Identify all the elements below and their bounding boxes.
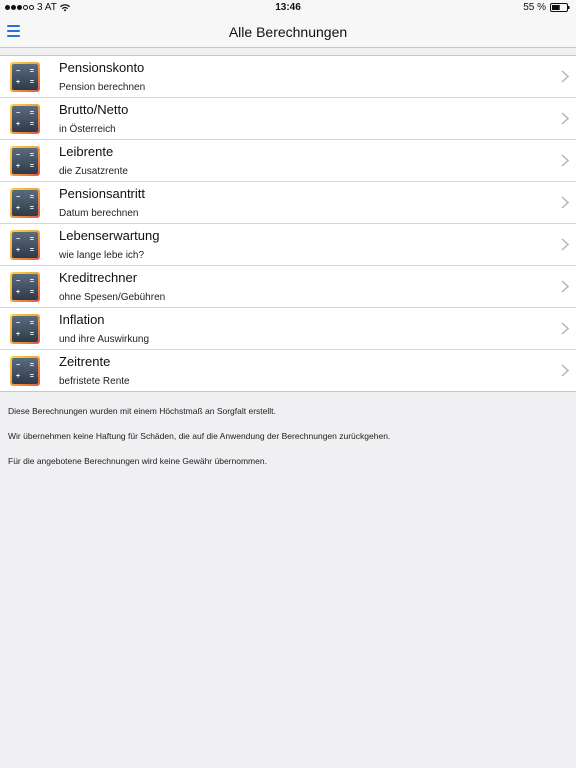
item-title: Zeitrente [59, 354, 111, 369]
disclaimer-notes: Diese Berechnungen wurden mit einem Höch… [8, 406, 568, 481]
item-subtitle: wie lange lebe ich? [59, 250, 145, 261]
item-subtitle: und ihre Auswirkung [59, 334, 150, 345]
item-title: Pensionskonto [59, 60, 145, 75]
list-item-kreditrechner[interactable]: − = + = Kreditrechner ohne Spesen/Gebühren [0, 266, 576, 308]
battery-icon [550, 3, 570, 12]
calculator-icon: − = + = [10, 62, 40, 92]
calculator-icon: − = + = [10, 188, 40, 218]
item-subtitle: die Zusatzrente [59, 166, 128, 177]
calculator-icon: − = + = [10, 104, 40, 134]
chevron-right-icon [561, 70, 569, 83]
navigation-bar: Alle Berechnungen [0, 16, 576, 48]
chevron-right-icon [561, 196, 569, 209]
calculator-icon: − = + = [10, 146, 40, 176]
item-subtitle: in Österreich [59, 124, 116, 135]
calculator-icon: − = + = [10, 356, 40, 386]
item-title: Lebenserwartung [59, 228, 160, 243]
disclaimer-text: Wir übernehmen keine Haftung für Schäden… [8, 431, 391, 441]
status-bar: 3 AT 13:46 55 % [0, 0, 576, 16]
status-right: 55 % [523, 2, 570, 13]
list-item-pensionsantritt[interactable]: − = + = Pensionsantritt Datum berechnen [0, 182, 576, 224]
list-item-lebenserwartung[interactable]: − = + = Lebenserwartung wie lange lebe ich? [0, 224, 576, 266]
calculator-icon: − = + = [10, 314, 40, 344]
list-item-pensionskonto[interactable]: − = + = Pensionskonto Pension berechnen [0, 56, 576, 98]
chevron-right-icon [561, 112, 569, 125]
disclaimer-text: Diese Berechnungen wurden mit einem Höch… [8, 406, 276, 416]
list-item-brutto-netto[interactable]: − = + = Brutto/Netto in Österreich [0, 98, 576, 140]
app-screen: 3 AT 13:46 55 % Alle Berechnungen − = + = [0, 0, 576, 768]
status-time: 13:46 [275, 2, 301, 13]
page-title: Alle Berechnungen [228, 24, 348, 40]
item-subtitle: Datum berechnen [59, 208, 139, 219]
list-item-zeitrente[interactable]: − = + = Zeitrente befristete Rente [0, 350, 576, 391]
item-title: Leibrente [59, 144, 114, 159]
chevron-right-icon [561, 280, 569, 293]
disclaimer-text: Für die angebotene Berechnungen wird kei… [8, 456, 267, 466]
item-title: Inflation [59, 312, 105, 327]
list-item-inflation[interactable]: − = + = Inflation und ihre Auswirkung [0, 308, 576, 350]
item-subtitle: Pension berechnen [59, 82, 146, 93]
list-item-leibrente[interactable]: − = + = Leibrente die Zusatzrente [0, 140, 576, 182]
calculator-icon: − = + = [10, 230, 40, 260]
battery-percent: 55 % [523, 2, 546, 13]
calculator-icon: − = + = [10, 272, 40, 302]
item-subtitle: ohne Spesen/Gebühren [59, 292, 166, 303]
chevron-right-icon [561, 154, 569, 167]
calculation-list: − = + = Pensionskonto Pension berechnen − = +… [0, 55, 576, 392]
item-title: Brutto/Netto [59, 102, 129, 117]
chevron-right-icon [561, 238, 569, 251]
chevron-right-icon [561, 364, 569, 377]
chevron-right-icon [561, 322, 569, 335]
item-title: Kreditrechner [59, 270, 138, 285]
item-title: Pensionsantritt [59, 186, 145, 201]
item-subtitle: befristete Rente [59, 376, 130, 387]
